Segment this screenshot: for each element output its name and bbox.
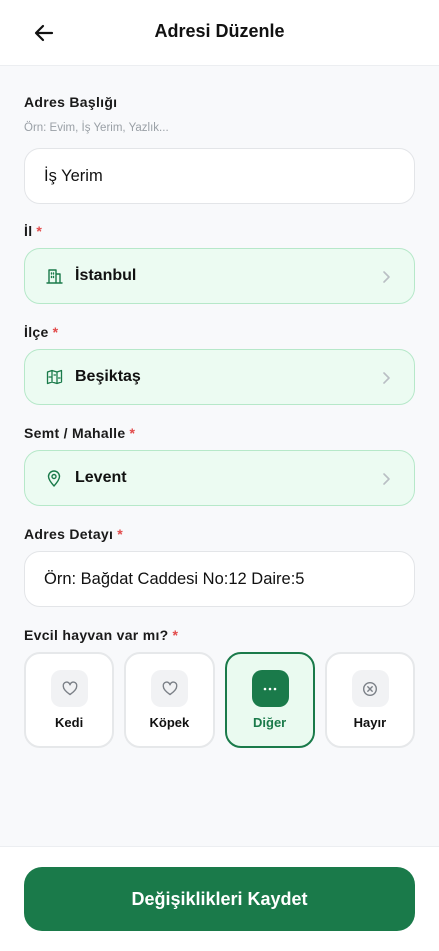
neighborhood-label: Semt / Mahalle * [24,425,135,441]
neighborhood-value: Levent [75,469,127,486]
address-detail-label: Adres Detayı * [24,526,123,542]
pet-icon-box [351,670,389,707]
address-title-label-text: Adres Başlığı [24,94,118,110]
pet-icon-box [51,670,88,707]
pet-option-label: Diğer [253,715,287,730]
pet-option-label: Hayır [353,715,387,730]
address-title-value: İş Yerim [44,166,103,185]
chevron-right-icon [383,473,390,485]
district-value: Beşiktaş [75,368,141,385]
city-value: İstanbul [75,267,137,284]
heart-icon [62,681,77,696]
pet-option-none[interactable]: Hayır [324,652,415,748]
location-pin-icon [45,469,63,487]
address-title-label: Adres Başlığı [24,94,117,110]
chevron-right-icon [383,372,390,384]
address-title-hint: Örn: Evim, İş Yerim, Yazlık... [24,122,169,134]
pets-label: Evcil hayvan var mı? * [24,627,178,643]
map-icon [45,368,63,386]
address-detail-placeholder: Örn: Bağdat Caddesi No:12 Daire:5 [44,569,305,588]
app-header: Adresi Düzenle [0,0,439,66]
page-title: Adresi Düzenle [154,21,285,41]
pet-options: Kedi Köpek Diğer Hayır [24,652,415,748]
pets-label-text: Evcil hayvan var mı? [24,627,169,643]
city-label: İl * [24,223,42,239]
neighborhood-select[interactable]: Levent [24,450,415,506]
city-label-text: İl [24,223,33,239]
district-label-text: İlçe [24,324,49,340]
chevron-right-icon [383,271,390,283]
neighborhood-label-text: Semt / Mahalle [24,425,126,441]
required-mark: * [129,425,136,441]
city-select[interactable]: İstanbul [24,248,415,304]
save-changes-button[interactable]: Değişiklikleri Kaydet [24,867,415,931]
required-mark: * [172,627,179,643]
district-select[interactable]: Beşiktaş [24,349,415,405]
pet-icon-box [151,670,189,707]
required-mark: * [36,223,43,239]
more-dots-icon [263,687,277,690]
x-circle-icon [363,681,378,696]
pet-icon-box [251,670,289,707]
required-mark: * [117,526,123,542]
heart-icon [162,681,178,696]
address-detail-input[interactable]: Örn: Bağdat Caddesi No:12 Daire:5 [24,551,415,607]
footer-bar: Değişiklikleri Kaydet [0,846,439,951]
address-title-input[interactable]: İş Yerim [24,148,415,204]
required-mark: * [52,324,59,340]
pet-option-label: Köpek [149,715,190,730]
pet-option-dog[interactable]: Köpek [124,652,215,748]
district-label: İlçe * [24,324,58,340]
address-detail-label-text: Adres Detayı [24,526,114,542]
pet-option-other[interactable]: Diğer [224,652,315,748]
pet-option-label: Kedi [55,715,84,730]
building-icon [45,267,63,285]
pet-option-cat[interactable]: Kedi [24,652,115,748]
